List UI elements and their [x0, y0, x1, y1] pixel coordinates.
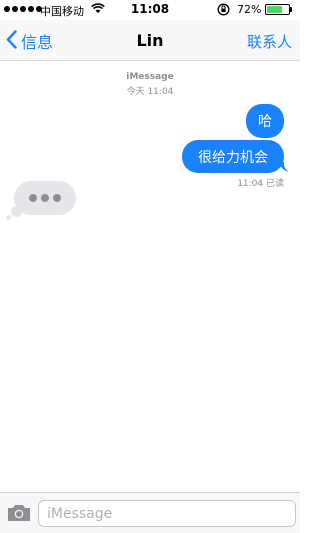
typing-dot — [41, 194, 49, 202]
outgoing-message-bubble[interactable]: 很给力机会 — [182, 140, 284, 173]
message-text: 很给力机会 — [198, 149, 268, 166]
battery-percentage: 72% — [237, 3, 262, 16]
battery-icon — [265, 4, 290, 15]
back-button[interactable]: 信息 — [6, 29, 53, 53]
navigation-bar: 信息 Lin 联系人 — [0, 20, 300, 61]
message-input-bar — [0, 492, 300, 533]
contacts-button[interactable]: 联系人 — [247, 31, 292, 52]
typing-indicator — [14, 181, 76, 215]
typing-indicator-tail — [11, 206, 22, 217]
message-text: 哈 — [258, 114, 272, 130]
typing-dot — [29, 194, 37, 202]
battery-level — [267, 6, 282, 13]
rotation-lock-icon — [217, 3, 230, 19]
chevron-left-icon — [6, 29, 21, 53]
typing-dot — [53, 194, 61, 202]
message-input[interactable] — [38, 500, 296, 527]
outgoing-message-bubble[interactable]: 哈 — [246, 104, 284, 138]
status-bar: 中国移动 11:08 72% — [0, 0, 300, 20]
back-button-label: 信息 — [21, 33, 54, 52]
camera-icon[interactable] — [6, 502, 32, 524]
read-receipt: 11:04 已读 — [237, 179, 284, 189]
service-label: iMessage — [126, 72, 174, 82]
conversation-timestamp: 今天 11:04 — [126, 87, 174, 97]
bubble-tail — [279, 162, 289, 172]
battery-nub — [290, 7, 292, 12]
typing-indicator-tail-small — [6, 215, 11, 220]
